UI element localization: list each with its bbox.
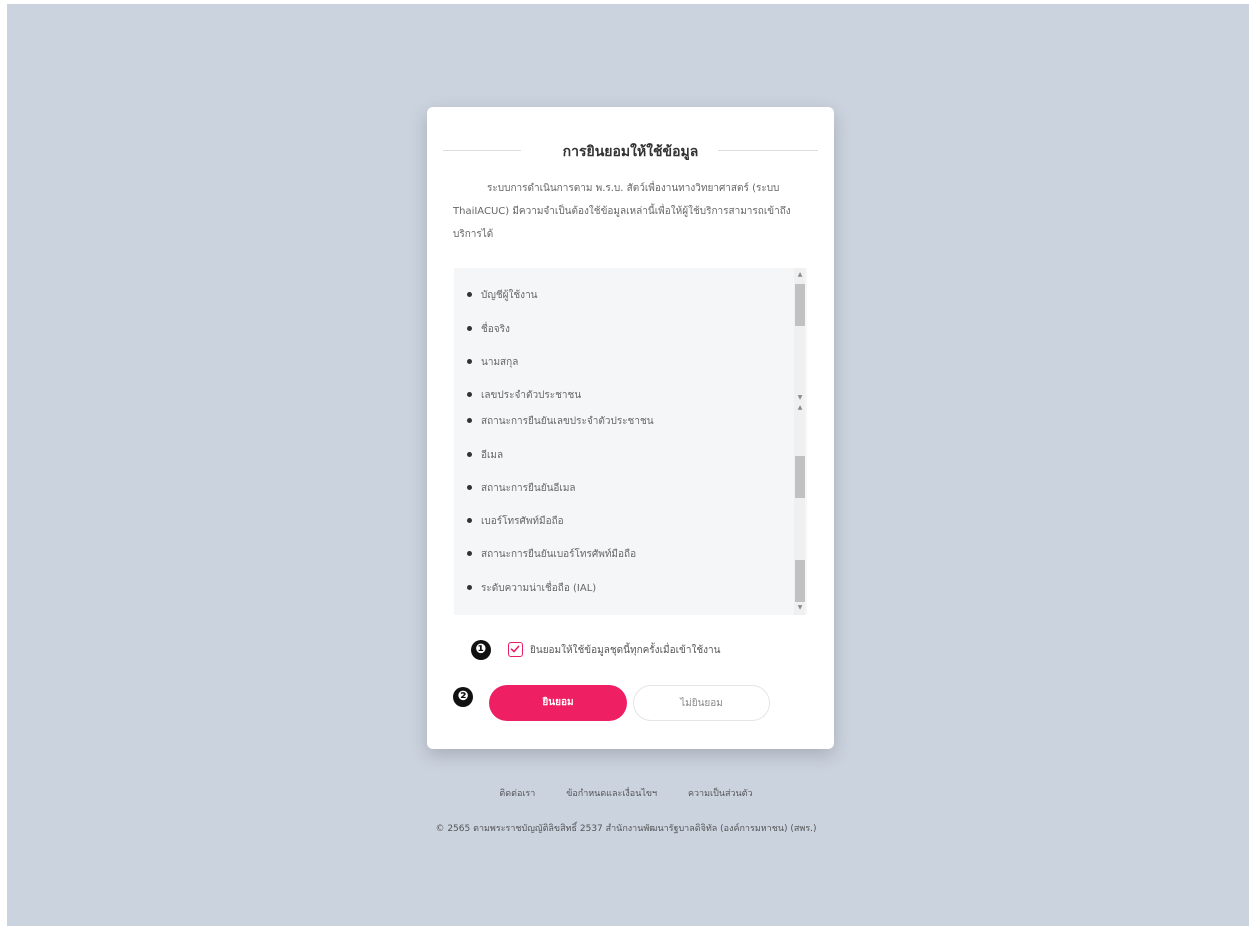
list-item: นามสกุล <box>467 355 518 370</box>
bullet-icon <box>467 391 472 397</box>
list-item: ชื่อจริง <box>467 322 510 337</box>
bullet-icon <box>467 358 472 364</box>
footer-links: ติดต่อเรา ข้อกำหนดและเงื่อนไขฯ ความเป็นส… <box>0 786 1252 800</box>
list-item: อีเมล <box>467 448 503 463</box>
step-2-marker: ❷ <box>453 687 473 707</box>
consent-checkbox[interactable] <box>508 642 523 657</box>
list-item: เลขประจำตัวประชาชน <box>467 388 581 403</box>
scroll-up-arrow-icon[interactable]: ▲ <box>795 271 805 279</box>
scroll-down-arrow-icon[interactable]: ▼ <box>795 604 805 612</box>
dialog-title: การยินยอมให้ใช้ข้อมูล <box>562 144 699 160</box>
title-divider-left <box>443 150 521 151</box>
list-item: เบอร์โทรศัพท์มือถือ <box>467 514 564 529</box>
list-item: ระดับความน่าเชื่อถือ (IAL) <box>467 581 596 596</box>
list-viewport[interactable]: บัญชีผู้ใช้งาน ชื่อจริง นามสกุล เลขประจำ… <box>454 268 792 615</box>
decline-button[interactable]: ไม่ยินยอม <box>633 685 770 721</box>
consent-row: ❶ ยินยอมให้ใช้ข้อมูลชุดนี้ทุกครั้งเมื่อเ… <box>467 638 797 662</box>
footer-link-contact[interactable]: ติดต่อเรา <box>499 789 535 799</box>
bullet-icon <box>467 417 472 423</box>
intro-text: ระบบการดำเนินการตาม พ.ร.บ. สัตว์เพื่องาน… <box>453 177 813 246</box>
bullet-icon <box>467 451 472 457</box>
title-divider-right <box>718 150 818 151</box>
bullet-icon <box>467 484 472 490</box>
consent-dialog: การยินยอมให้ใช้ข้อมูล ระบบการดำเนินการตา… <box>427 107 834 749</box>
list-item: สถานะการยืนยันอีเมล <box>467 481 576 496</box>
footer-link-privacy[interactable]: ความเป็นส่วนตัว <box>688 789 753 799</box>
accept-button[interactable]: ยินยอม <box>489 685 627 721</box>
step-1-marker: ❶ <box>471 640 491 660</box>
scroll-down-arrow-icon[interactable]: ▼ <box>795 394 805 402</box>
scroll-up-arrow-icon[interactable]: ▲ <box>795 404 805 412</box>
bullet-icon <box>467 584 472 590</box>
data-items-list[interactable]: บัญชีผู้ใช้งาน ชื่อจริง นามสกุล เลขประจำ… <box>454 268 807 615</box>
bullet-icon <box>467 291 472 297</box>
checkmark-icon <box>510 645 520 653</box>
intro-paragraph: ระบบการดำเนินการตาม พ.ร.บ. สัตว์เพื่องาน… <box>453 183 791 240</box>
bullet-icon <box>467 550 472 556</box>
list-item: บัญชีผู้ใช้งาน <box>467 288 538 303</box>
list-item: สถานะการยืนยันเลขประจำตัวประชาชน <box>467 414 654 429</box>
scrollbar-thumb[interactable] <box>795 284 805 326</box>
bullet-icon <box>467 517 472 523</box>
list-item: สถานะการยืนยันเบอร์โทรศัพท์มือถือ <box>467 547 636 562</box>
dialog-header: การยินยอมให้ใช้ข้อมูล <box>443 141 818 161</box>
list-scrollbar-top[interactable]: ▲ ▼ <box>794 268 805 404</box>
footer-copyright: © 2565 ตามพระราชบัญญัติลิขสิทธิ์ 2537 สำ… <box>435 824 817 834</box>
bullet-icon <box>467 325 472 331</box>
scrollbar-thumb[interactable] <box>795 560 805 602</box>
footer-link-terms[interactable]: ข้อกำหนดและเงื่อนไขฯ <box>566 789 657 799</box>
list-scrollbar-bottom[interactable]: ▲ ▼ <box>794 404 805 615</box>
consent-checkbox-label[interactable]: ยินยอมให้ใช้ข้อมูลชุดนี้ทุกครั้งเมื่อเข้… <box>530 643 720 658</box>
scrollbar-thumb[interactable] <box>795 456 805 498</box>
